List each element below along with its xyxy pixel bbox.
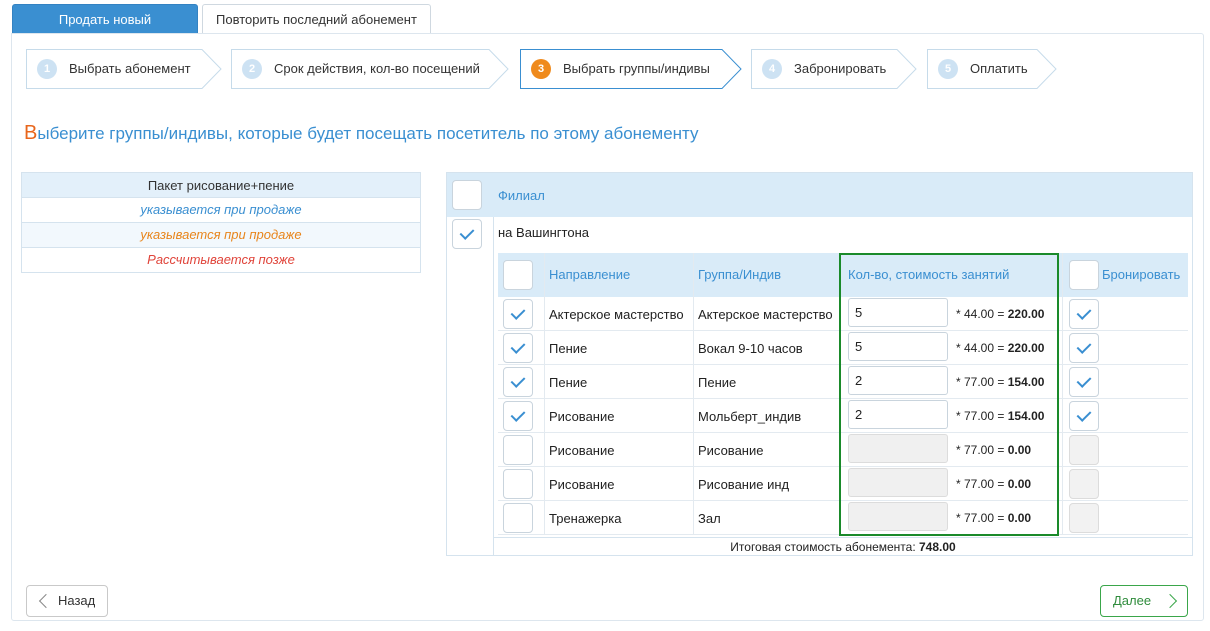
- wizard-step-5[interactable]: 5 Оплатить: [927, 49, 1057, 89]
- filial-header: Филиал: [447, 173, 1192, 217]
- step-label: Забронировать: [794, 61, 887, 76]
- branch-checkbox[interactable]: [452, 219, 482, 249]
- step-number: 3: [531, 59, 551, 79]
- row-select-checkbox[interactable]: [503, 435, 533, 465]
- column-divider: [493, 217, 494, 555]
- step-label: Оплатить: [970, 61, 1028, 76]
- row-direction: Рисование: [549, 409, 615, 424]
- select-all-book-checkbox[interactable]: [1069, 260, 1099, 290]
- tab-repeat-last[interactable]: Повторить последний абонемент: [202, 4, 431, 34]
- next-button-label: Далее: [1113, 593, 1152, 608]
- row-group: Актерское мастерство: [698, 307, 833, 322]
- groups-table: Филиал на Вашингтона Направление Группа/…: [446, 172, 1193, 556]
- row-select-checkbox[interactable]: [503, 333, 533, 363]
- row-group: Рисование: [698, 443, 764, 458]
- wizard-step-4[interactable]: 4 Забронировать: [751, 49, 917, 89]
- wizard-step-2[interactable]: 2 Срок действия, кол-во посещений: [231, 49, 509, 89]
- row-select-checkbox[interactable]: [503, 401, 533, 431]
- header-book: Бронировать: [1102, 267, 1181, 282]
- header-direction: Направление: [549, 267, 631, 282]
- back-button[interactable]: Назад: [26, 585, 108, 617]
- row-group: Вокал 9-10 часов: [698, 341, 803, 356]
- step-label: Выбрать группы/индивы: [563, 61, 710, 76]
- select-all-filial-checkbox[interactable]: [452, 180, 482, 210]
- row-direction: Тренажерка: [549, 511, 622, 526]
- step-label: Выбрать абонемент: [69, 61, 191, 76]
- row-group: Мольберт_индив: [698, 409, 802, 424]
- row-direction: Актерское мастерство: [549, 307, 684, 322]
- book-checkbox: [1069, 435, 1099, 465]
- book-checkbox[interactable]: [1069, 401, 1099, 431]
- row-direction: Пение: [549, 341, 588, 356]
- package-line-2: указывается при продаже: [21, 223, 421, 248]
- wizard-step-1[interactable]: 1 Выбрать абонемент: [26, 49, 222, 89]
- step-label: Срок действия, кол-во посещений: [274, 61, 480, 76]
- package-name: Пакет рисование+пение: [21, 172, 421, 198]
- row-select-checkbox[interactable]: [503, 367, 533, 397]
- select-all-groups-checkbox[interactable]: [503, 260, 533, 290]
- wizard-step-3[interactable]: 3 Выбрать группы/индивы: [520, 49, 742, 89]
- next-button[interactable]: Далее: [1100, 585, 1188, 617]
- filial-header-label: Филиал: [498, 188, 545, 203]
- qty-highlight-box: [839, 253, 1059, 536]
- book-checkbox[interactable]: [1069, 333, 1099, 363]
- step-number: 2: [242, 59, 262, 79]
- step-number: 1: [37, 59, 57, 79]
- step-number: 4: [762, 59, 782, 79]
- book-checkbox: [1069, 469, 1099, 499]
- package-line-1: указывается при продаже: [21, 198, 421, 223]
- row-group: Рисование инд: [698, 477, 790, 492]
- page-title: Выберите группы/индивы, которые будет по…: [24, 122, 699, 145]
- package-info-table: Пакет рисование+пение указывается при пр…: [21, 172, 421, 273]
- chevron-right-icon: [1162, 593, 1178, 609]
- row-select-checkbox[interactable]: [503, 469, 533, 499]
- back-button-label: Назад: [58, 593, 96, 608]
- book-checkbox[interactable]: [1069, 367, 1099, 397]
- row-group: Пение: [698, 375, 737, 390]
- row-select-checkbox[interactable]: [503, 503, 533, 533]
- title-first-letter: В: [24, 122, 38, 144]
- row-direction: Пение: [549, 375, 588, 390]
- header-group: Группа/Индив: [698, 267, 782, 282]
- tab-sell-new[interactable]: Продать новый абонемент: [12, 4, 198, 57]
- row-group: Зал: [698, 511, 721, 526]
- total-cost: Итоговая стоимость абонемента: 748.00: [494, 537, 1192, 555]
- row-direction: Рисование: [549, 477, 615, 492]
- row-select-checkbox[interactable]: [503, 299, 533, 329]
- title-rest: ыберите группы/индивы, которые будет пос…: [37, 124, 699, 143]
- chevron-left-icon: [38, 593, 54, 609]
- step-number: 5: [938, 59, 958, 79]
- book-checkbox[interactable]: [1069, 299, 1099, 329]
- book-checkbox: [1069, 503, 1099, 533]
- branch-name: на Вашингтона: [498, 225, 589, 240]
- row-direction: Рисование: [549, 443, 615, 458]
- package-line-3: Рассчитывается позже: [21, 248, 421, 273]
